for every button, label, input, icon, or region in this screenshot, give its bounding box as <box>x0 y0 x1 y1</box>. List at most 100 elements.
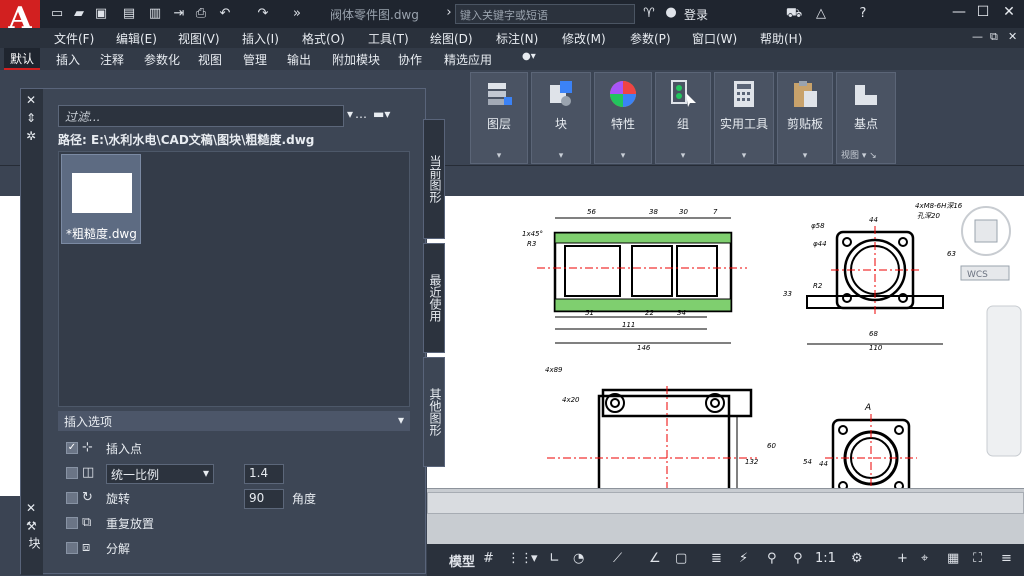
plus-icon[interactable]: + <box>897 551 908 566</box>
checkbox[interactable] <box>66 492 78 504</box>
save-icon[interactable]: ▣ <box>92 5 110 23</box>
model-tab[interactable]: 模型 <box>449 551 475 570</box>
ortho-icon[interactable]: ∟ <box>549 551 560 566</box>
tab-other-drawings[interactable]: 其他图形 <box>423 357 445 467</box>
hardware-acceleration-icon[interactable]: ▦ <box>947 551 959 566</box>
web-save-icon[interactable]: ▥ <box>146 5 164 23</box>
chevron-down-icon[interactable]: ▾ <box>778 151 832 161</box>
menu-dimension[interactable]: 标注(N) <box>496 30 538 47</box>
menu-tools[interactable]: 工具(T) <box>368 30 409 47</box>
grid-icon[interactable]: # <box>483 551 494 566</box>
chevron-down-icon[interactable]: ▾ <box>595 151 651 161</box>
object-snap-icon[interactable]: ▢ <box>675 551 687 566</box>
tab-current-drawing[interactable]: 当前图形 <box>423 119 445 239</box>
customize-icon[interactable]: ≡ <box>1001 551 1012 566</box>
more-options-icon[interactable]: … <box>355 107 367 121</box>
tab-view[interactable]: 视图 <box>198 51 222 68</box>
undo-icon[interactable]: ↶ <box>216 5 234 23</box>
lineweight-icon[interactable]: ≣ <box>711 551 722 566</box>
gear-icon[interactable]: ⚙ <box>851 551 863 566</box>
chevron-down-icon[interactable]: ▾ <box>531 551 538 566</box>
menu-help[interactable]: 帮助(H) <box>760 30 802 47</box>
ribbon-toggle-icon[interactable]: ●▾ <box>522 51 536 62</box>
drawing-canvas[interactable]: 56 38 30 7 1x45° R3 111 146 51 22 34 4xM… <box>427 196 1024 488</box>
autodesk-icon[interactable]: △ <box>812 5 830 23</box>
object-snap-tracking-icon[interactable]: ∠ <box>649 551 661 566</box>
palette-settings-icon[interactable]: ✲ <box>26 129 36 143</box>
panel-clipboard[interactable]: 剪贴板 ▾ <box>777 72 833 164</box>
menu-edit[interactable]: 编辑(E) <box>116 30 157 47</box>
fullscreen-icon[interactable]: ⛶ <box>973 551 982 566</box>
panel-layers[interactable]: 图层 ▾ <box>470 72 528 164</box>
menu-view[interactable]: 视图(V) <box>178 30 220 47</box>
doc-close-button[interactable]: ✕ <box>1008 30 1017 43</box>
more-icon[interactable]: » <box>288 5 306 23</box>
tab-featured-apps[interactable]: 精选应用 <box>444 51 492 68</box>
tab-parametric[interactable]: 参数化 <box>144 51 180 68</box>
block-thumbnail[interactable]: *粗糙度.dwg <box>61 154 141 244</box>
scale-value-input[interactable]: 1.4 <box>244 464 284 484</box>
print-icon[interactable]: ⎙ <box>192 5 210 23</box>
help-icon[interactable]: ? <box>854 5 872 23</box>
tab-default[interactable]: 默认 <box>4 48 41 70</box>
panel-view[interactable]: 基点 视图 ▾ ↘ <box>836 72 896 164</box>
annotation-visibility-icon[interactable]: ⚲ <box>767 551 777 566</box>
export-icon[interactable]: ⇥ <box>170 5 188 23</box>
panel-block[interactable]: 块 ▾ <box>531 72 591 164</box>
binoculars-icon[interactable]: ♈ <box>640 5 658 23</box>
palette-autohide-icon[interactable]: ⇕ <box>26 111 36 125</box>
tab-annotate[interactable]: 注释 <box>100 51 124 68</box>
save-as-icon[interactable]: ▤ <box>120 5 138 23</box>
insert-options-header[interactable]: 插入选项 ▾ <box>58 411 410 431</box>
doc-minimize-button[interactable]: — <box>972 30 983 43</box>
palette-close-icon-2[interactable]: ✕ <box>26 501 36 515</box>
isolate-icon[interactable]: ⌖ <box>921 551 928 566</box>
menu-draw[interactable]: 绘图(D) <box>430 30 473 47</box>
palette-close-icon[interactable]: ✕ <box>26 93 36 107</box>
panel-utilities[interactable]: 实用工具 ▾ <box>714 72 774 164</box>
rotate-value-input[interactable]: 90 <box>244 489 284 509</box>
chevron-down-icon[interactable]: ▾ <box>715 151 773 161</box>
snap-icon[interactable]: ⋮⋮ <box>507 551 533 566</box>
menu-format[interactable]: 格式(O) <box>302 30 345 47</box>
open-folder-icon[interactable]: ▰ <box>70 5 88 23</box>
checkbox[interactable] <box>66 542 78 554</box>
tab-output[interactable]: 输出 <box>287 51 311 68</box>
annotation-scale-value[interactable]: 1:1 <box>815 551 836 566</box>
login-link[interactable]: 登录 <box>684 6 708 23</box>
new-file-icon[interactable]: ▭ <box>48 5 66 23</box>
wrench-icon[interactable]: ⚒ <box>26 519 37 533</box>
search-input[interactable]: 键入关键字或短语 <box>455 4 635 24</box>
checkbox-checked[interactable]: ✓ <box>66 442 78 454</box>
checkbox[interactable] <box>66 467 78 479</box>
chevron-down-icon[interactable]: ▾ <box>471 151 527 161</box>
user-icon[interactable]: ● <box>662 4 680 22</box>
drawing-area-left[interactable] <box>0 196 20 496</box>
filter-input[interactable]: 过滤... <box>58 105 344 127</box>
command-line-input[interactable] <box>427 492 1024 514</box>
tab-insert[interactable]: 插入 <box>56 51 80 68</box>
scale-select[interactable]: 统一比例 ▾ <box>106 464 214 484</box>
redo-icon[interactable]: ↷ <box>254 5 272 23</box>
maximize-button[interactable]: ☐ <box>972 4 994 24</box>
tab-recent[interactable]: 最近使用 <box>423 243 445 353</box>
panel-view-label[interactable]: 视图 ▾ ↘ <box>837 148 895 161</box>
chevron-down-icon[interactable]: ▾ <box>532 151 590 161</box>
panel-properties[interactable]: 特性 ▾ <box>594 72 652 164</box>
view-mode-icon[interactable]: ▬▾ <box>373 107 390 121</box>
polar-icon[interactable]: ◔ <box>573 551 584 566</box>
tab-collaborate[interactable]: 协作 <box>398 51 422 68</box>
doc-restore-button[interactable]: ⧉ <box>990 30 998 44</box>
menu-window[interactable]: 窗口(W) <box>692 30 737 47</box>
minimize-button[interactable]: — <box>948 4 970 24</box>
filter-dropdown-icon[interactable]: ▾ <box>347 107 353 121</box>
close-button[interactable]: ✕ <box>998 4 1020 24</box>
block-thumbnails[interactable]: *粗糙度.dwg <box>58 151 410 407</box>
menu-modify[interactable]: 修改(M) <box>562 30 606 47</box>
transparency-icon[interactable]: ⚡ <box>739 551 748 566</box>
tab-addins[interactable]: 附加模块 <box>332 51 380 68</box>
tab-manage[interactable]: 管理 <box>243 51 267 68</box>
checkbox[interactable] <box>66 517 78 529</box>
isodraft-icon[interactable]: ⟋ <box>613 551 622 566</box>
panel-group[interactable]: 组 ▾ <box>655 72 711 164</box>
